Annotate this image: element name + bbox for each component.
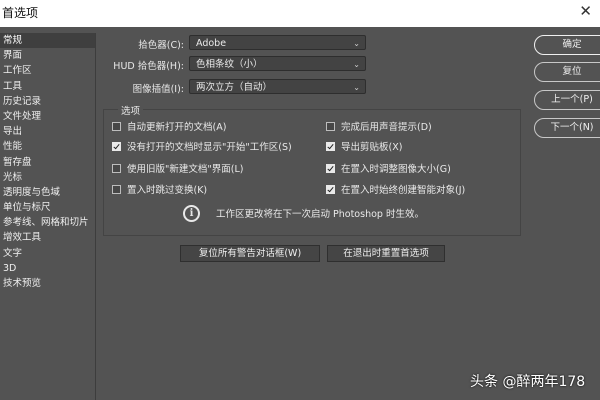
hud-color-picker-value: 色相条纹（小） [196,59,263,70]
next-button[interactable]: 下一个(N) [534,118,600,138]
checkbox-box[interactable] [112,122,121,131]
hud-color-picker-select[interactable]: 色相条纹（小） ⌄ [189,56,366,71]
sidebar-item-units[interactable]: 单位与标尺 [0,200,95,215]
info-icon: i [183,205,200,222]
checkbox-label: 置入时跳过变换(K) [127,185,208,196]
sidebar-item-3d[interactable]: 3D [0,261,95,276]
image-interpolation-value: 两次立方（自动） [196,82,273,93]
checkbox-beep-when-done[interactable]: 完成后用声音提示(D) [326,122,432,134]
checkbox-label: 没有打开的文档时显示"开始"工作区(S) [127,142,292,153]
checkbox-box[interactable] [326,185,335,194]
chevron-down-icon: ⌄ [353,83,360,92]
sidebar-item-interface[interactable]: 界面 [0,48,95,63]
checkbox-label: 在置入时始终创建智能对象(J) [341,185,466,196]
chevron-down-icon: ⌄ [353,60,360,69]
color-picker-value: Adobe [196,38,227,49]
previous-button[interactable]: 上一个(P) [534,90,600,110]
checkbox-export-clipboard[interactable]: 导出剪贴板(X) [326,142,402,154]
checkbox-box[interactable] [112,185,121,194]
checkbox-box[interactable] [326,122,335,131]
checkbox-smart-objects[interactable]: 在置入时始终创建智能对象(J) [326,185,465,197]
checkbox-skip-transform[interactable]: 置入时跳过变换(K) [112,185,207,197]
sidebar-item-performance[interactable]: 性能 [0,139,95,154]
options-group-title: 选项 [118,103,144,117]
image-interpolation-label: 图像插值(I): [132,84,184,95]
color-picker-select[interactable]: Adobe ⌄ [189,35,366,50]
checkbox-auto-update[interactable]: 自动更新打开的文档(A) [112,122,226,134]
chevron-down-icon: ⌄ [353,39,360,48]
sidebar-item-cursors[interactable]: 光标 [0,170,95,185]
image-interpolation-select[interactable]: 两次立方（自动） ⌄ [189,79,366,94]
checkbox-resize-on-place[interactable]: 在置入时调整图像大小(G) [326,164,451,176]
sidebar-item-tools[interactable]: 工具 [0,79,95,94]
info-message: 工作区更改将在下一次启动 Photoshop 时生效。 [216,209,424,220]
reset-on-quit-button[interactable]: 在退出时重置首选项 [327,245,445,262]
close-icon[interactable]: ✕ [579,2,592,20]
watermark: 头条 @醉两年178 [470,374,586,390]
checkbox-label: 导出剪贴板(X) [341,142,403,153]
checkbox-box[interactable] [112,142,121,151]
sidebar: 常规 界面 工作区 工具 历史记录 文件处理 导出 性能 暂存盘 光标 透明度与… [0,33,96,400]
sidebar-item-plugins[interactable]: 增效工具 [0,230,95,245]
checkbox-box[interactable] [112,164,121,173]
ok-button[interactable]: 确定 [534,35,600,55]
checkbox-label: 完成后用声音提示(D) [341,122,432,133]
checkbox-label: 使用旧版"新建文档"界面(L) [127,164,244,175]
reset-warnings-button[interactable]: 复位所有警告对话框(W) [180,245,320,262]
sidebar-item-file-handling[interactable]: 文件处理 [0,109,95,124]
sidebar-item-scratch-disks[interactable]: 暂存盘 [0,155,95,170]
sidebar-item-workspace[interactable]: 工作区 [0,63,95,78]
checkbox-legacy-new-document[interactable]: 使用旧版"新建文档"界面(L) [112,164,243,176]
sidebar-item-export[interactable]: 导出 [0,124,95,139]
title-bar: 首选项 ✕ [0,0,600,27]
checkbox-label: 在置入时调整图像大小(G) [341,164,451,175]
sidebar-item-general[interactable]: 常规 [0,33,95,49]
window-title: 首选项 [2,6,39,20]
checkbox-box[interactable] [326,164,335,173]
checkbox-box[interactable] [326,142,335,151]
reset-button[interactable]: 复位 [534,62,600,82]
checkbox-label: 自动更新打开的文档(A) [127,122,227,133]
checkbox-show-start-workspace[interactable]: 没有打开的文档时显示"开始"工作区(S) [112,142,292,154]
sidebar-item-history[interactable]: 历史记录 [0,94,95,109]
sidebar-item-type[interactable]: 文字 [0,246,95,261]
hud-color-picker-label: HUD 拾色器(H): [113,61,184,72]
sidebar-item-transparency[interactable]: 透明度与色域 [0,185,95,200]
sidebar-item-tech-previews[interactable]: 技术预览 [0,276,95,291]
color-picker-label: 拾色器(C): [138,40,184,51]
sidebar-item-guides[interactable]: 参考线、网格和切片 [0,215,95,230]
